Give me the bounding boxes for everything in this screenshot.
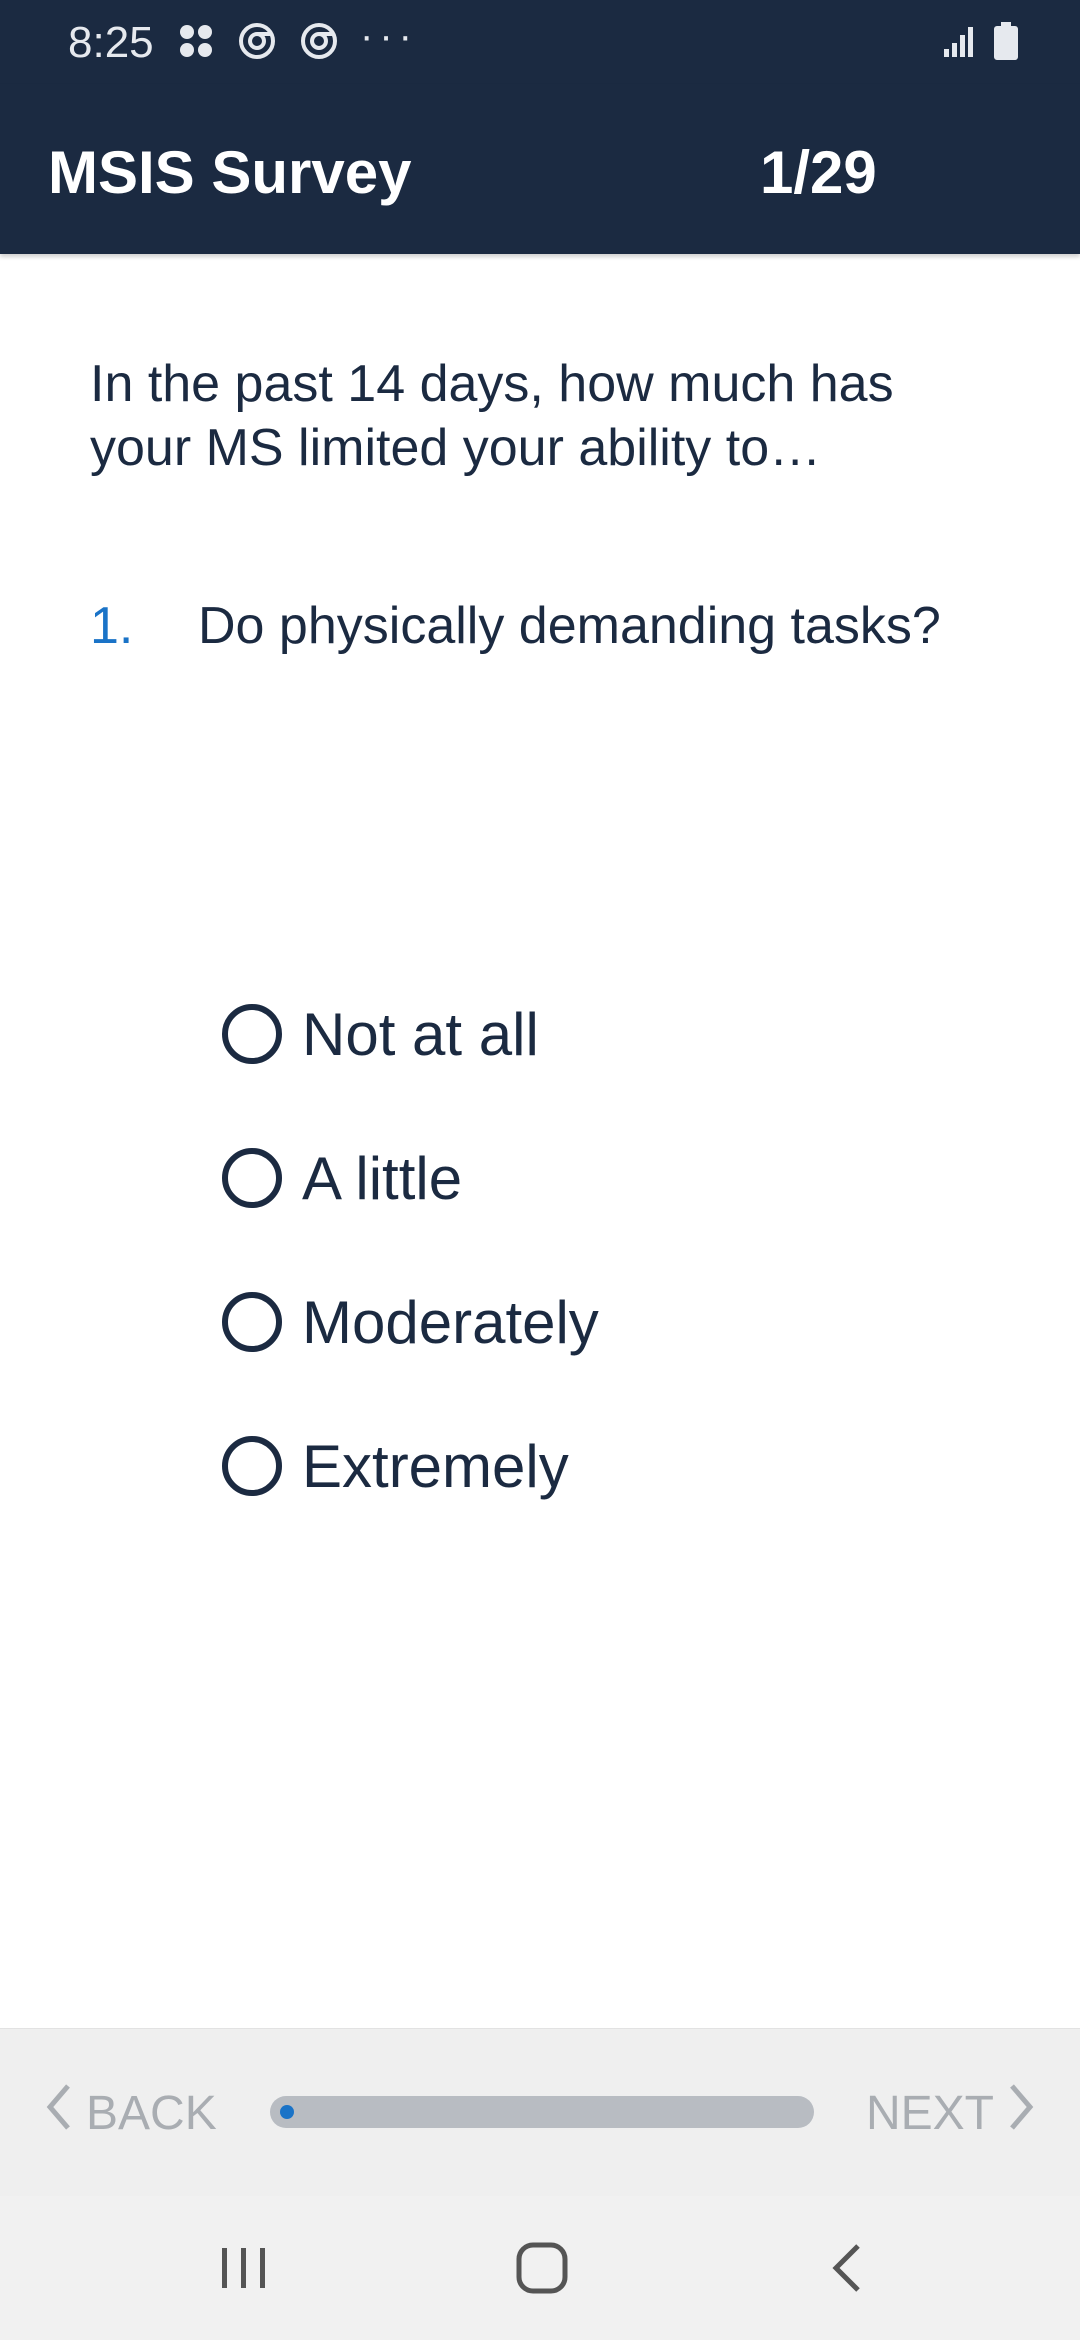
option-label: A little <box>302 1144 463 1212</box>
option-a-little[interactable]: A little <box>222 1106 599 1250</box>
home-icon[interactable] <box>512 2238 572 2298</box>
question-number: 1. <box>90 597 134 655</box>
recent-apps-icon[interactable] <box>214 2238 274 2298</box>
option-extremely[interactable]: Extremely <box>222 1394 599 1538</box>
progress-bar <box>270 2096 814 2128</box>
sync-icon <box>238 22 276 65</box>
option-moderately[interactable]: Moderately <box>222 1250 599 1394</box>
back-label: BACK <box>86 2086 217 2140</box>
next-label: NEXT <box>865 2086 994 2140</box>
option-label: Not at all <box>302 1000 539 1068</box>
option-not-at-all[interactable]: Not at all <box>222 962 599 1106</box>
option-label: Moderately <box>302 1288 599 1356</box>
progress-fill <box>280 2105 294 2119</box>
more-notifications-icon: ··· <box>360 14 418 58</box>
chevron-left-icon <box>44 2082 72 2144</box>
next-button[interactable]: NEXT <box>866 2081 1036 2145</box>
sync-icon <box>300 22 338 65</box>
option-label: Extremely <box>302 1432 569 1500</box>
status-icons-right <box>942 22 1018 65</box>
screen: 8:25 ··· MSIS Survey 1/29 In the past 14… <box>0 0 1080 2340</box>
system-nav-bar <box>0 2196 1080 2340</box>
apps-icon <box>178 23 214 64</box>
chevron-right-icon <box>1008 2082 1036 2144</box>
status-time: 8:25 <box>68 18 154 67</box>
signal-icon <box>942 23 978 64</box>
app-title: MSIS Survey <box>48 139 412 206</box>
status-icons-left <box>178 22 362 65</box>
status-bar: 8:25 ··· <box>0 0 1080 84</box>
question-counter: 1/29 <box>760 139 877 206</box>
question: 1. Do physically demanding tasks? <box>90 596 1050 656</box>
question-text: Do physically demanding tasks? <box>198 597 941 655</box>
back-button[interactable]: BACK <box>44 2081 217 2145</box>
radio-button[interactable] <box>222 1004 282 1064</box>
back-nav-icon[interactable] <box>818 2238 878 2298</box>
battery-icon <box>994 22 1018 65</box>
radio-button[interactable] <box>222 1148 282 1208</box>
app-bar: MSIS Survey 1/29 <box>0 84 1080 254</box>
answer-options: Not at all A little Moderately Extremely <box>222 962 599 1538</box>
survey-intro: In the past 14 days, how much has your M… <box>90 355 894 477</box>
radio-button[interactable] <box>222 1292 282 1352</box>
radio-button[interactable] <box>222 1436 282 1496</box>
